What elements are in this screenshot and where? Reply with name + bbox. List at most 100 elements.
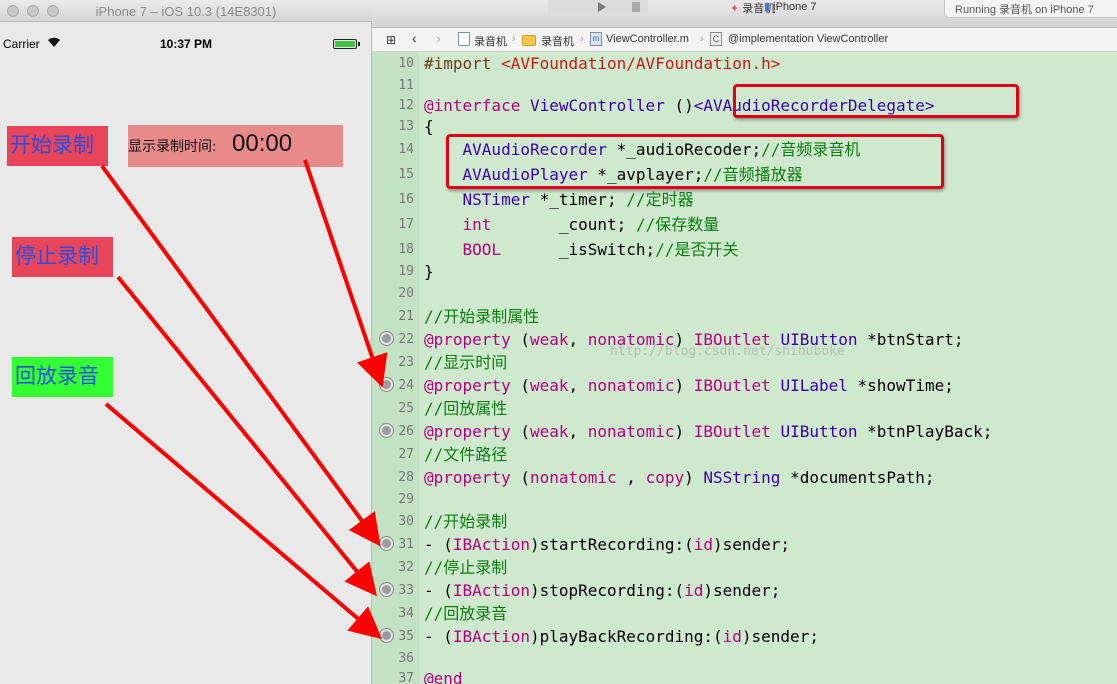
code-token: - ( bbox=[424, 535, 453, 554]
jumpbar-symbol[interactable]: @implementation ViewController bbox=[728, 33, 888, 45]
code-token: )stopRecording:( bbox=[529, 581, 685, 600]
code-token: copy bbox=[645, 468, 685, 487]
code-token: *_timer; bbox=[529, 190, 627, 209]
activity-status: Running 录音机 on iPhone 7 bbox=[944, 0, 1117, 18]
back-chevron-icon[interactable]: ‹ bbox=[412, 30, 417, 46]
code-line: @property (nonatomic , copy) NSString *d… bbox=[424, 468, 935, 488]
code-token: UILabel bbox=[780, 376, 848, 395]
project-file-icon bbox=[458, 32, 470, 46]
code-token: IBAction bbox=[452, 535, 530, 554]
code-token: weak bbox=[529, 330, 569, 349]
outlet-connection-icon[interactable] bbox=[380, 378, 393, 391]
app-icon: ✦ bbox=[730, 3, 740, 15]
status-time: 10:37 PM bbox=[159, 37, 213, 51]
class-icon: C bbox=[710, 32, 722, 46]
line-number: 26 bbox=[398, 424, 414, 439]
jumpbar-file[interactable]: ViewController.m bbox=[606, 33, 689, 45]
playback-recording-button[interactable]: 回放录音 bbox=[12, 357, 113, 397]
code-token: @property bbox=[424, 376, 511, 395]
code-line: BOOL _isSwitch;//是否开关 bbox=[424, 240, 739, 260]
outlet-connection-icon[interactable] bbox=[380, 332, 393, 345]
line-number: 20 bbox=[398, 286, 414, 301]
jumpbar-group[interactable]: 录音机 bbox=[541, 33, 574, 49]
line-number: 25 bbox=[398, 401, 414, 416]
code-token: @interface bbox=[424, 96, 521, 115]
line-number: 30 bbox=[398, 514, 414, 529]
code-token: _count; bbox=[491, 215, 636, 234]
code-token: nonatomic bbox=[529, 468, 617, 487]
code-token: IBOutlet bbox=[693, 376, 771, 395]
stop-recording-button[interactable]: 停止录制 bbox=[12, 237, 113, 277]
code-comment: //开始录制属性 bbox=[424, 307, 540, 326]
code-token: @property bbox=[424, 422, 511, 441]
code-token: *btnPlayBack; bbox=[857, 422, 993, 441]
code-comment: //停止录制 bbox=[424, 558, 508, 577]
code-token: , bbox=[568, 376, 588, 395]
code-line: - (IBAction)playBackRecording:(id)sender… bbox=[424, 627, 819, 647]
chevron-right-icon: › bbox=[700, 33, 704, 45]
related-items-icon[interactable]: ⊞ bbox=[386, 33, 396, 47]
code-token: )sender; bbox=[703, 581, 781, 600]
code-token: ) bbox=[674, 376, 694, 395]
line-number: 24 bbox=[398, 378, 414, 393]
start-recording-button[interactable]: 开始录制 bbox=[7, 126, 108, 166]
action-connection-icon[interactable] bbox=[380, 629, 393, 642]
code-token: ) bbox=[684, 468, 704, 487]
code-token: #import bbox=[424, 54, 502, 73]
device-selector[interactable]: ▮ iPhone 7 bbox=[764, 0, 817, 13]
jumpbar-project[interactable]: 录音机 bbox=[474, 33, 507, 49]
code-token: *documentsPath; bbox=[780, 468, 935, 487]
line-number: 12 bbox=[398, 98, 414, 113]
code-token: //定时器 bbox=[626, 190, 694, 209]
code-token: , bbox=[568, 330, 588, 349]
code-comment: //回放录音 bbox=[424, 604, 508, 623]
code-token: weak bbox=[529, 376, 569, 395]
code-token: id bbox=[722, 627, 742, 646]
line-number: 18 bbox=[398, 242, 414, 257]
chevron-right-icon: › bbox=[580, 33, 584, 45]
code-line: int _count; //保存数量 bbox=[424, 215, 720, 235]
battery-icon bbox=[333, 39, 360, 49]
code-token: ) bbox=[674, 422, 694, 441]
delegate-highlight-box bbox=[733, 84, 1019, 118]
code-token: //保存数量 bbox=[635, 215, 720, 234]
line-number: 28 bbox=[398, 470, 414, 485]
code-token: - ( bbox=[424, 627, 453, 646]
action-connection-icon[interactable] bbox=[380, 583, 393, 596]
toolbar-run-controls bbox=[548, 0, 648, 14]
run-status-text: Running 录音机 on iPhone 7 bbox=[955, 4, 1094, 16]
code-line: @property (weak, nonatomic) IBOutlet UIB… bbox=[424, 422, 992, 442]
code-comment: //回放属性 bbox=[424, 399, 508, 418]
code-line: NSTimer *_timer; //定时器 bbox=[424, 190, 694, 210]
line-number: 14 bbox=[398, 142, 414, 157]
device-icon: ▮ bbox=[764, 1, 771, 13]
line-number: 11 bbox=[398, 78, 414, 93]
outlet-connection-icon[interactable] bbox=[380, 424, 393, 437]
code-token: ( bbox=[510, 468, 530, 487]
simulator-titlebar: iPhone 7 – iOS 10.3 (14E8301) bbox=[0, 0, 372, 22]
line-number: 32 bbox=[398, 560, 414, 575]
code-line: - (IBAction)stopRecording:(id)sender; bbox=[424, 581, 780, 601]
code-token: @property bbox=[424, 330, 511, 349]
ios-status-bar: Carrier 10:37 PM bbox=[0, 34, 372, 54]
simulator-title: iPhone 7 – iOS 10.3 (14E8301) bbox=[95, 4, 277, 19]
line-number: 31 bbox=[398, 537, 414, 552]
ivar-highlight-box bbox=[446, 134, 944, 189]
forward-chevron-icon[interactable]: › bbox=[436, 30, 441, 46]
chevron-right-icon: › bbox=[512, 33, 516, 45]
line-number: 29 bbox=[398, 492, 414, 507]
code-token: - ( bbox=[424, 581, 453, 600]
code-token: <AVFoundation/AVFoundation.h> bbox=[501, 54, 781, 73]
code-token: , bbox=[616, 468, 646, 487]
code-token: NSTimer bbox=[424, 190, 530, 209]
action-connection-icon[interactable] bbox=[380, 537, 393, 550]
code-token: ( bbox=[510, 422, 530, 441]
code-token: )startRecording:( bbox=[529, 535, 694, 554]
play-icon[interactable] bbox=[548, 0, 648, 14]
code-token: ViewController bbox=[520, 96, 675, 115]
code-token: id bbox=[684, 581, 704, 600]
line-number: 10 bbox=[398, 56, 414, 71]
line-number: 33 bbox=[398, 583, 414, 598]
code-token: IBAction bbox=[452, 627, 530, 646]
